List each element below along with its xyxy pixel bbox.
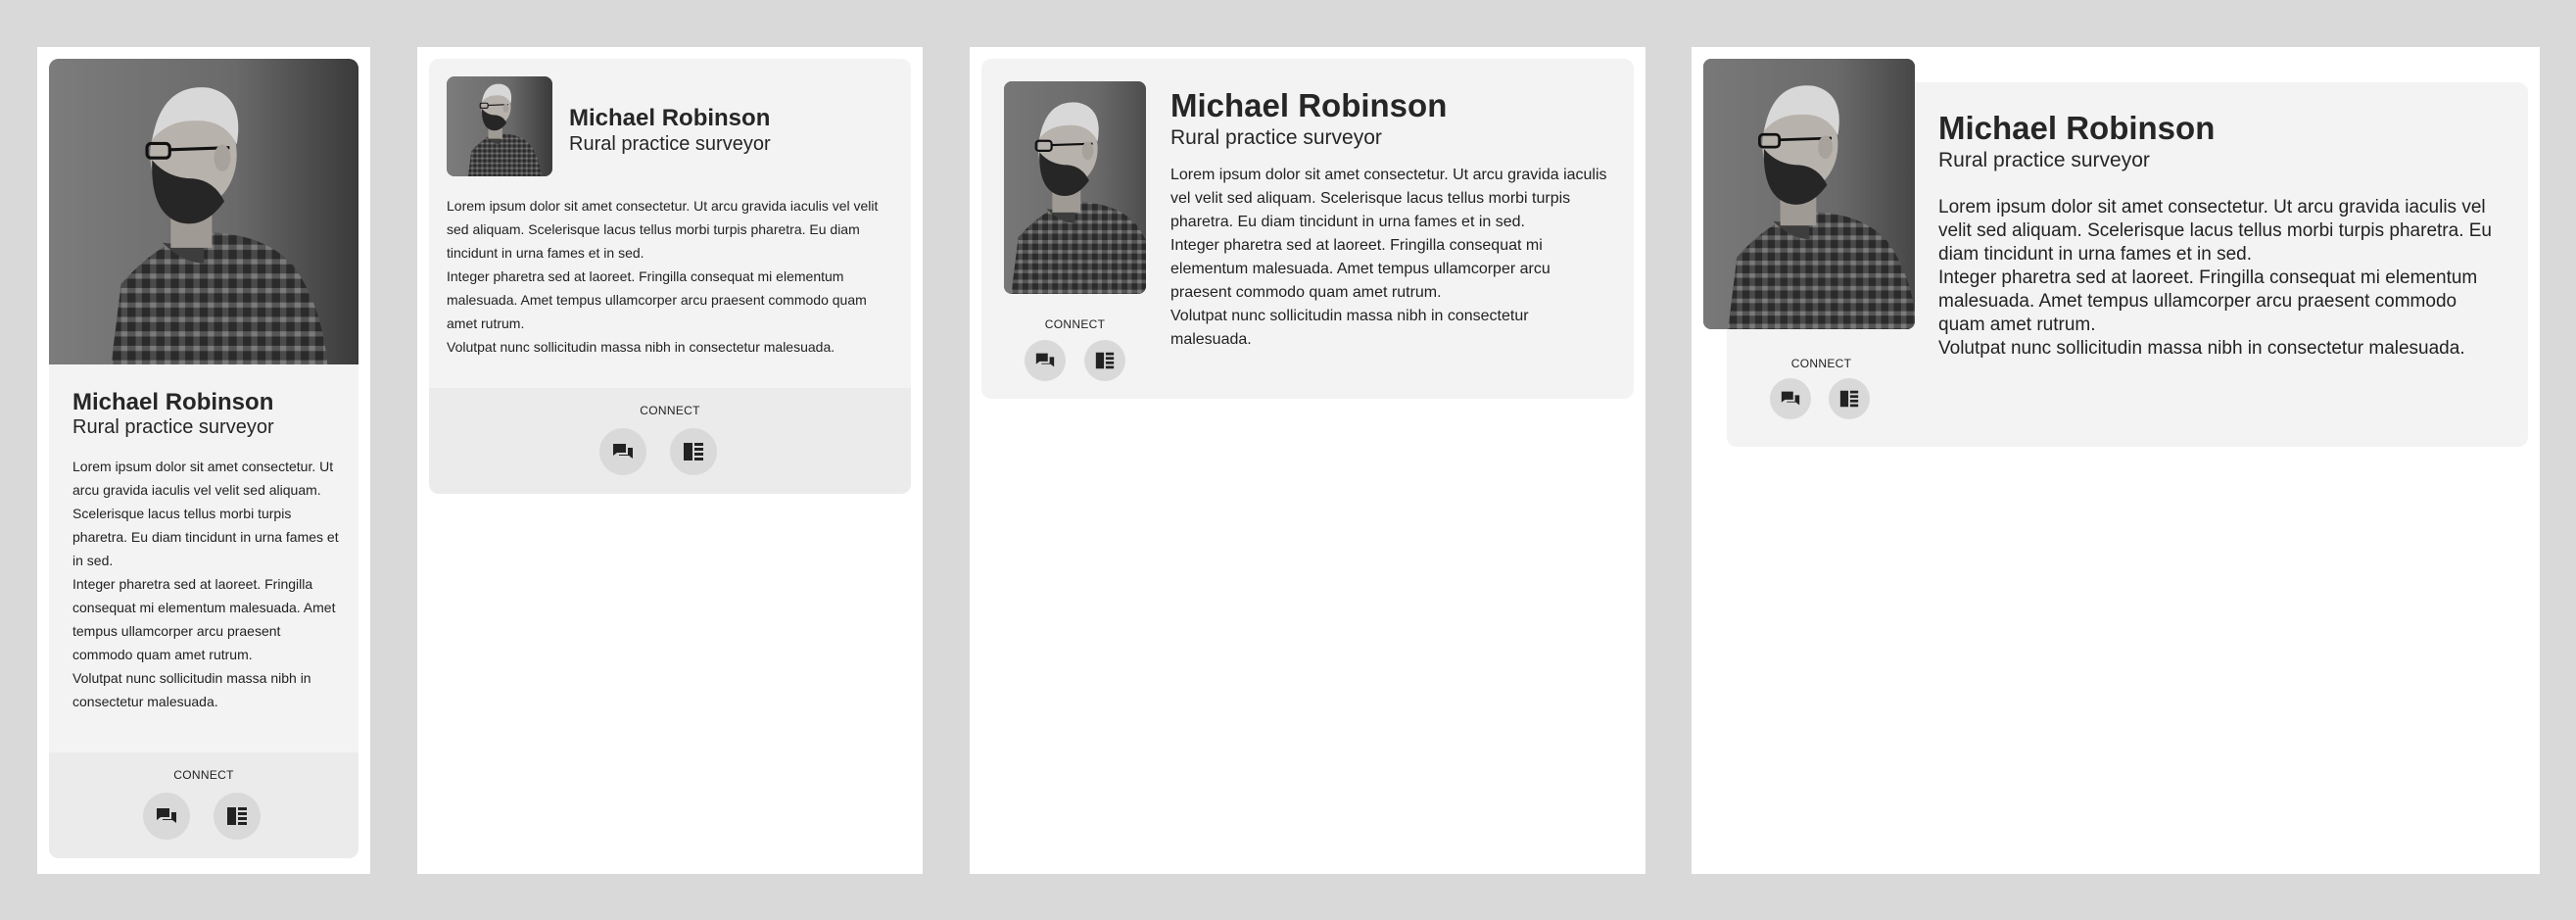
profile-bio: Lorem ipsum dolor sit amet consectetur. … <box>447 194 897 359</box>
connect-footer: CONNECT <box>429 388 911 494</box>
profile-name: Michael Robinson <box>1938 110 2216 146</box>
profile-role: Rural practice surveyor <box>1938 149 2150 171</box>
profile-photo <box>1703 59 1915 329</box>
panel-narrow: Michael Robinson Rural practice surveyor… <box>37 47 370 874</box>
profile-photo <box>1004 81 1146 294</box>
profile-card-icon <box>1838 388 1860 410</box>
profile-photo <box>447 76 552 176</box>
profile-card: CONNECT Michael Robinson Rural practice … <box>981 59 1634 399</box>
profile-details-button[interactable] <box>1084 340 1125 381</box>
profile-bio: Lorem ipsum dolor sit amet consectetur. … <box>1938 196 2492 361</box>
bio-paragraph: Lorem ipsum dolor sit amet consectetur. … <box>1938 197 2492 265</box>
message-button[interactable] <box>1770 378 1811 419</box>
bio-paragraph: Integer pharetra sed at laoreet. Fringil… <box>1170 237 1550 301</box>
bio-paragraph: Volutpat nunc sollicitudin massa nibh in… <box>72 670 311 709</box>
message-button[interactable] <box>143 793 190 840</box>
connect-label: CONNECT <box>1044 317 1106 331</box>
profile-card: Michael Robinson Rural practice surveyor… <box>429 59 911 494</box>
connect-label: CONNECT <box>173 768 234 782</box>
profile-bio: Lorem ipsum dolor sit amet consectetur. … <box>1170 164 1611 352</box>
bio-paragraph: Lorem ipsum dolor sit amet consectetur. … <box>447 198 879 261</box>
profile-role: Rural practice surveyor <box>72 416 274 438</box>
profile-name: Michael Robinson <box>1170 87 1448 123</box>
profile-bio: Lorem ipsum dolor sit amet consectetur. … <box>72 455 343 713</box>
chat-bubbles-icon <box>1780 388 1801 410</box>
bio-paragraph: Volutpat nunc sollicitudin massa nibh in… <box>1938 338 2465 359</box>
profile-name: Michael Robinson <box>569 105 771 131</box>
panel-compact: Michael Robinson Rural practice surveyor… <box>417 47 923 874</box>
profile-card: Michael Robinson Rural practice surveyor… <box>49 59 358 858</box>
panel-wide: CONNECT Michael Robinson Rural practice … <box>1692 47 2540 874</box>
bio-paragraph: Integer pharetra sed at laoreet. Fringil… <box>72 576 336 662</box>
profile-card-icon <box>682 440 705 463</box>
bio-paragraph: Volutpat nunc sollicitudin massa nibh in… <box>447 339 835 355</box>
profile-name: Michael Robinson <box>72 389 274 415</box>
connect-footer: CONNECT <box>49 752 358 858</box>
connect-label: CONNECT <box>640 404 700 417</box>
profile-role: Rural practice surveyor <box>1170 126 1382 149</box>
profile-card-icon <box>1094 350 1116 371</box>
connect-label: CONNECT <box>1790 357 1852 370</box>
chat-bubbles-icon <box>611 440 635 463</box>
chat-bubbles-icon <box>155 804 178 828</box>
profile-role: Rural practice surveyor <box>569 133 771 155</box>
profile-details-button[interactable] <box>214 793 261 840</box>
bio-paragraph: Lorem ipsum dolor sit amet consectetur. … <box>72 459 339 568</box>
bio-paragraph: Integer pharetra sed at laoreet. Fringil… <box>447 268 867 331</box>
chat-bubbles-icon <box>1034 350 1056 371</box>
bio-paragraph: Volutpat nunc sollicitudin massa nibh in… <box>1170 308 1529 348</box>
bio-paragraph: Integer pharetra sed at laoreet. Fringil… <box>1938 267 2478 335</box>
profile-details-button[interactable] <box>670 428 717 475</box>
profile-details-button[interactable] <box>1829 378 1870 419</box>
message-button[interactable] <box>599 428 646 475</box>
profile-photo <box>49 59 358 364</box>
profile-card-icon <box>225 804 249 828</box>
bio-paragraph: Lorem ipsum dolor sit amet consectetur. … <box>1170 167 1607 230</box>
panel-medium: CONNECT Michael Robinson Rural practice … <box>970 47 1646 874</box>
message-button[interactable] <box>1025 340 1066 381</box>
